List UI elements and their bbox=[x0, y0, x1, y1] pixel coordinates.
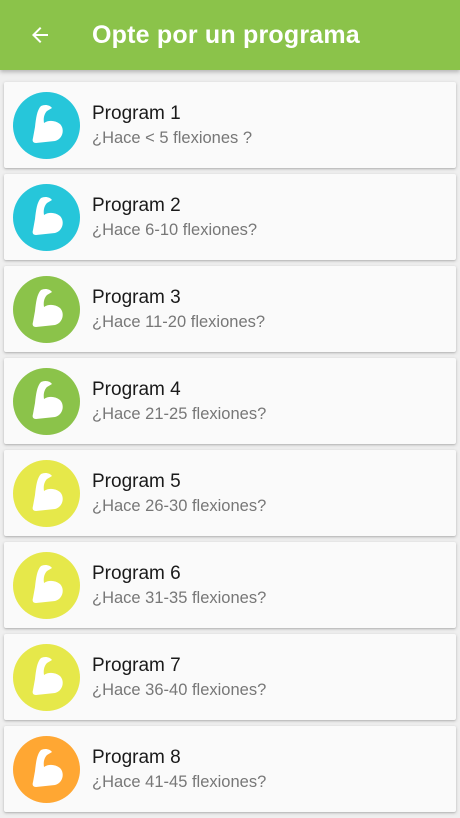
program-title: Program 1 bbox=[92, 102, 181, 124]
program-badge bbox=[13, 551, 80, 619]
flexed-bicep-icon bbox=[32, 196, 63, 235]
program-title: Program 2 bbox=[92, 194, 181, 216]
program-item-6[interactable]: Program 6 ¿Hace 31-35 flexiones? bbox=[4, 542, 456, 628]
program-title: Program 6 bbox=[92, 562, 181, 584]
arrow-left-icon bbox=[32, 27, 48, 43]
program-item-7[interactable]: Program 7 ¿Hace 36-40 flexiones? bbox=[4, 634, 456, 720]
program-item-8[interactable]: Program 8 ¿Hace 41-45 flexiones? bbox=[4, 726, 456, 812]
program-badge bbox=[13, 275, 80, 343]
program-title: Program 8 bbox=[92, 746, 181, 768]
flexed-bicep-icon bbox=[32, 656, 63, 695]
program-subtitle: ¿Hace 21-25 flexiones? bbox=[92, 404, 267, 423]
flexed-bicep-icon bbox=[32, 472, 63, 511]
flexed-bicep-icon bbox=[32, 564, 63, 603]
flexed-bicep-icon bbox=[32, 104, 63, 143]
program-item-4[interactable]: Program 4 ¿Hace 21-25 flexiones? bbox=[4, 358, 456, 444]
program-badge bbox=[13, 459, 80, 527]
program-subtitle: ¿Hace < 5 flexiones ? bbox=[92, 128, 253, 147]
program-subtitle: ¿Hace 26-30 flexiones? bbox=[92, 496, 267, 515]
program-subtitle: ¿Hace 36-40 flexiones? bbox=[92, 680, 267, 699]
program-item-2[interactable]: Program 2 ¿Hace 6-10 flexiones? bbox=[4, 174, 456, 260]
program-subtitle: ¿Hace 6-10 flexiones? bbox=[92, 220, 258, 239]
program-title: Program 5 bbox=[92, 470, 181, 492]
program-item-5[interactable]: Program 5 ¿Hace 26-30 flexiones? bbox=[4, 450, 456, 536]
program-subtitle: ¿Hace 31-35 flexiones? bbox=[92, 588, 267, 607]
program-title: Program 3 bbox=[92, 286, 181, 308]
program-title: Program 7 bbox=[92, 654, 181, 676]
flexed-bicep-icon bbox=[32, 748, 63, 787]
program-title: Program 4 bbox=[92, 378, 181, 400]
program-subtitle: ¿Hace 41-45 flexiones? bbox=[92, 772, 267, 791]
app-bar: Opte por un programa bbox=[0, 0, 460, 70]
flexed-bicep-icon bbox=[32, 380, 63, 419]
program-badge bbox=[13, 643, 80, 711]
back-button[interactable] bbox=[10, 0, 70, 70]
program-badge bbox=[13, 183, 80, 251]
program-item-3[interactable]: Program 3 ¿Hace 11-20 flexiones? bbox=[4, 266, 456, 352]
program-badge bbox=[13, 91, 80, 159]
page-title: Opte por un programa bbox=[92, 20, 360, 49]
flexed-bicep-icon bbox=[32, 288, 63, 327]
program-subtitle: ¿Hace 11-20 flexiones? bbox=[92, 312, 266, 331]
program-badge bbox=[13, 367, 80, 435]
program-badge bbox=[13, 735, 80, 803]
program-item-1[interactable]: Program 1 ¿Hace < 5 flexiones ? bbox=[4, 82, 456, 168]
